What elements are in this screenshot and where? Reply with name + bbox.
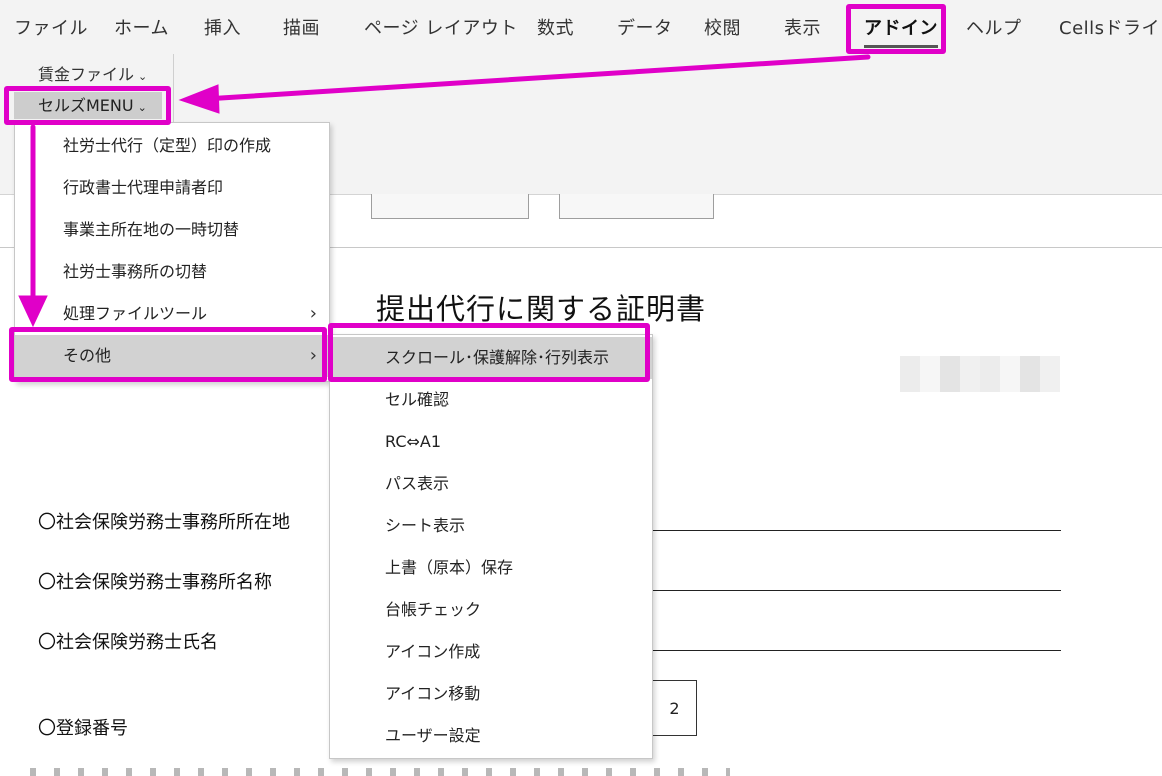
menu-item-label: セル確認 [385,390,450,409]
field-underline [650,530,1061,531]
field-office-name: 〇社会保険労務士事務所名称 [38,572,272,593]
annotation-box-addins-tab [846,4,946,54]
field-underline [650,650,1061,651]
menu-item-label: 事業主所在地の一時切替 [63,220,240,239]
tab-file[interactable]: ファイル [14,14,88,40]
field-registration-number: 〇登録番号 [38,718,128,739]
menu-item-label: 上書（原本）保存 [385,558,514,577]
tab-formulas[interactable]: 数式 [537,14,574,40]
menu-item-label: 社労士事務所の切替 [63,262,208,281]
menu-item-label: 処理ファイルツール [63,304,208,323]
menu-item-label: RC⇔A1 [385,432,442,451]
blurred-date [900,356,1060,392]
menu-item-label: シート表示 [385,516,466,535]
registration-digit-cell[interactable]: 2 [652,680,697,736]
menu-item-address-switch[interactable]: 事業主所在地の一時切替 [15,209,329,251]
chinkin-file-dropdown[interactable]: 賃金ファイル ⌄ [38,61,147,85]
submenu-item-user-settings[interactable]: ユーザー設定 [330,715,652,757]
submenu-item-icon-create[interactable]: アイコン作成 [330,631,652,673]
menu-item-label: アイコン作成 [385,642,481,661]
document-title: 提出代行に関する証明書 [376,292,707,326]
tab-page-layout[interactable]: ページ レイアウト [364,14,518,40]
field-underline [650,590,1061,591]
field-sharoushi-name: 〇社会保険労務士氏名 [38,632,218,653]
annotation-box-scroll-item [328,323,650,382]
menu-item-label: 行政書士代理申請者印 [63,178,224,197]
menu-item-label: アイコン移動 [385,684,481,703]
submenu-item-icon-move[interactable]: アイコン移動 [330,673,652,715]
menu-item-gyosei-stamp[interactable]: 行政書士代理申請者印 [15,167,329,209]
blurred-footer-text [30,768,730,776]
submenu-item-sheet-display[interactable]: シート表示 [330,505,652,547]
submenu-item-rc-a1[interactable]: RC⇔A1 [330,421,652,463]
chevron-down-icon: ⌄ [138,70,148,83]
menu-item-label: 社労士代行（定型）印の作成 [63,136,272,155]
tab-data[interactable]: データ [617,14,673,40]
annotation-box-cells-menu [4,86,171,125]
tab-cells-drive[interactable]: Cellsドライブ [1059,14,1162,40]
submenu-item-cell-check[interactable]: セル確認 [330,379,652,421]
tab-home[interactable]: ホーム [114,14,169,40]
field-office-address: 〇社会保険労務士事務所所在地 [38,512,290,533]
chinkin-file-label: 賃金ファイル [38,65,135,84]
menu-item-label: パス表示 [385,474,450,493]
menu-item-office-switch[interactable]: 社労士事務所の切替 [15,251,329,293]
ribbon-tab-bar: ファイル ホーム 挿入 描画 ページ レイアウト 数式 データ 校閲 表示 アド… [0,0,1162,54]
submenu-item-overwrite-save[interactable]: 上書（原本）保存 [330,547,652,589]
annotation-box-other [9,327,327,382]
tab-view[interactable]: 表示 [784,14,821,40]
menu-item-sharoushi-stamp[interactable]: 社労士代行（定型）印の作成 [15,125,329,167]
submenu-item-path-display[interactable]: パス表示 [330,463,652,505]
menu-item-label: 台帳チェック [385,600,482,619]
tab-draw[interactable]: 描画 [283,14,320,40]
tab-review[interactable]: 校閲 [704,14,741,40]
tab-insert[interactable]: 挿入 [204,14,241,40]
tab-help[interactable]: ヘルプ [966,14,1022,40]
other-submenu-list: スクロール･保護解除･行列表示 セル確認 RC⇔A1 パス表示 シート表示 上書… [329,334,653,759]
menu-item-label: ユーザー設定 [385,726,481,745]
sheet-button-2[interactable] [559,194,714,219]
ribbon-separator [173,54,174,124]
submenu-item-ledger-check[interactable]: 台帳チェック [330,589,652,631]
sheet-button-1[interactable] [371,194,529,219]
